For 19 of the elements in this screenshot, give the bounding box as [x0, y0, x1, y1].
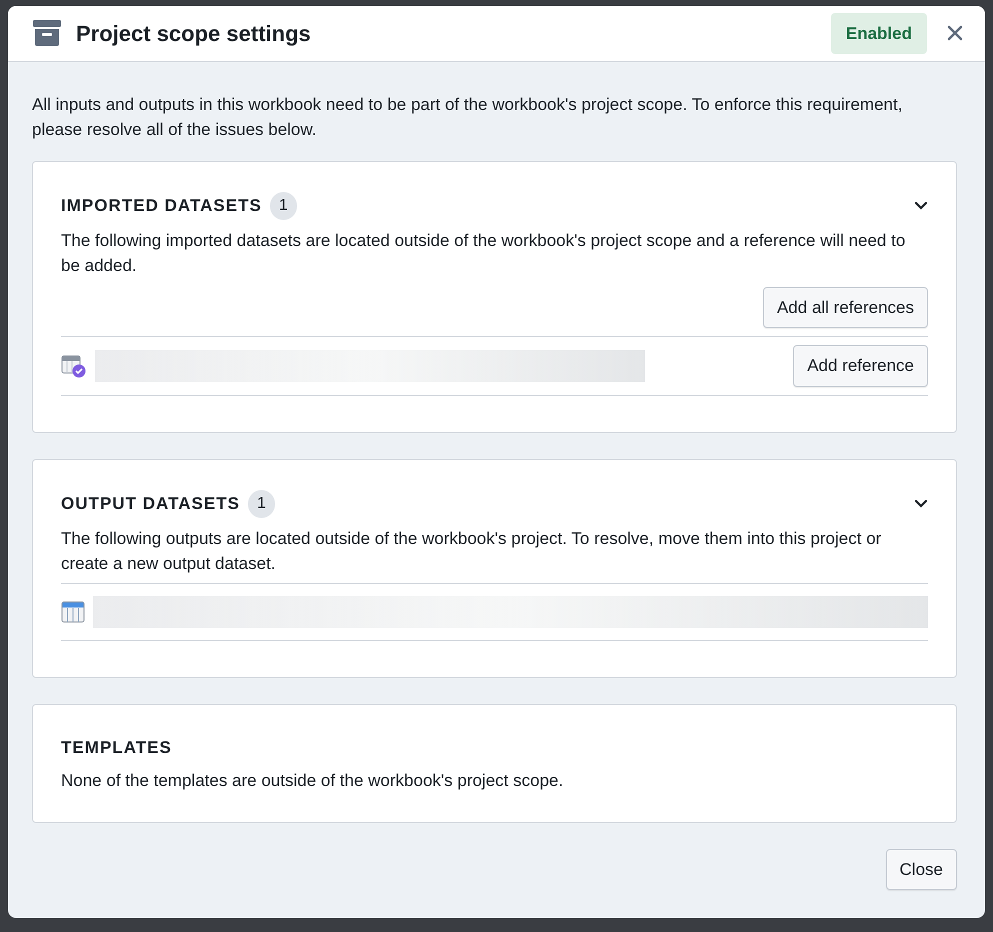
count-badge: 1 — [270, 192, 297, 220]
section-description: None of the templates are outside of the workbook's project scope. — [61, 770, 564, 792]
section-title: TEMPLATES — [61, 736, 172, 758]
count-badge: 1 — [248, 490, 275, 518]
archive-box-icon — [32, 19, 62, 48]
section-title: IMPORTED DATASETS — [61, 194, 262, 217]
section-title: OUTPUT DATASETS — [61, 492, 240, 515]
table-icon — [61, 600, 85, 622]
chevron-icon[interactable] — [914, 498, 928, 508]
add-all-button[interactable]: Add all references — [762, 286, 928, 328]
close-button[interactable]: Close — [886, 848, 957, 890]
dialog-title: Project scope settings — [76, 20, 312, 48]
section-description: The following outputs are located outside of the workbook's project. To resolve, move them into this project or create a new output dataset. — [61, 528, 882, 575]
chevron-icon[interactable] — [914, 200, 928, 210]
intro-text: All inputs and outputs in this workbook need to be part of the workbook's project scope. To enforce this requirement, please resolve all of the issues below. — [32, 94, 904, 141]
status-tag: Enabled — [830, 12, 927, 54]
add-reference-button[interactable]: Add reference — [793, 345, 928, 386]
section-description: The following imported datasets are located outside of the workbook's project scope and a reference will need to be added. — [61, 230, 906, 277]
dataset-check-icon — [61, 354, 87, 378]
